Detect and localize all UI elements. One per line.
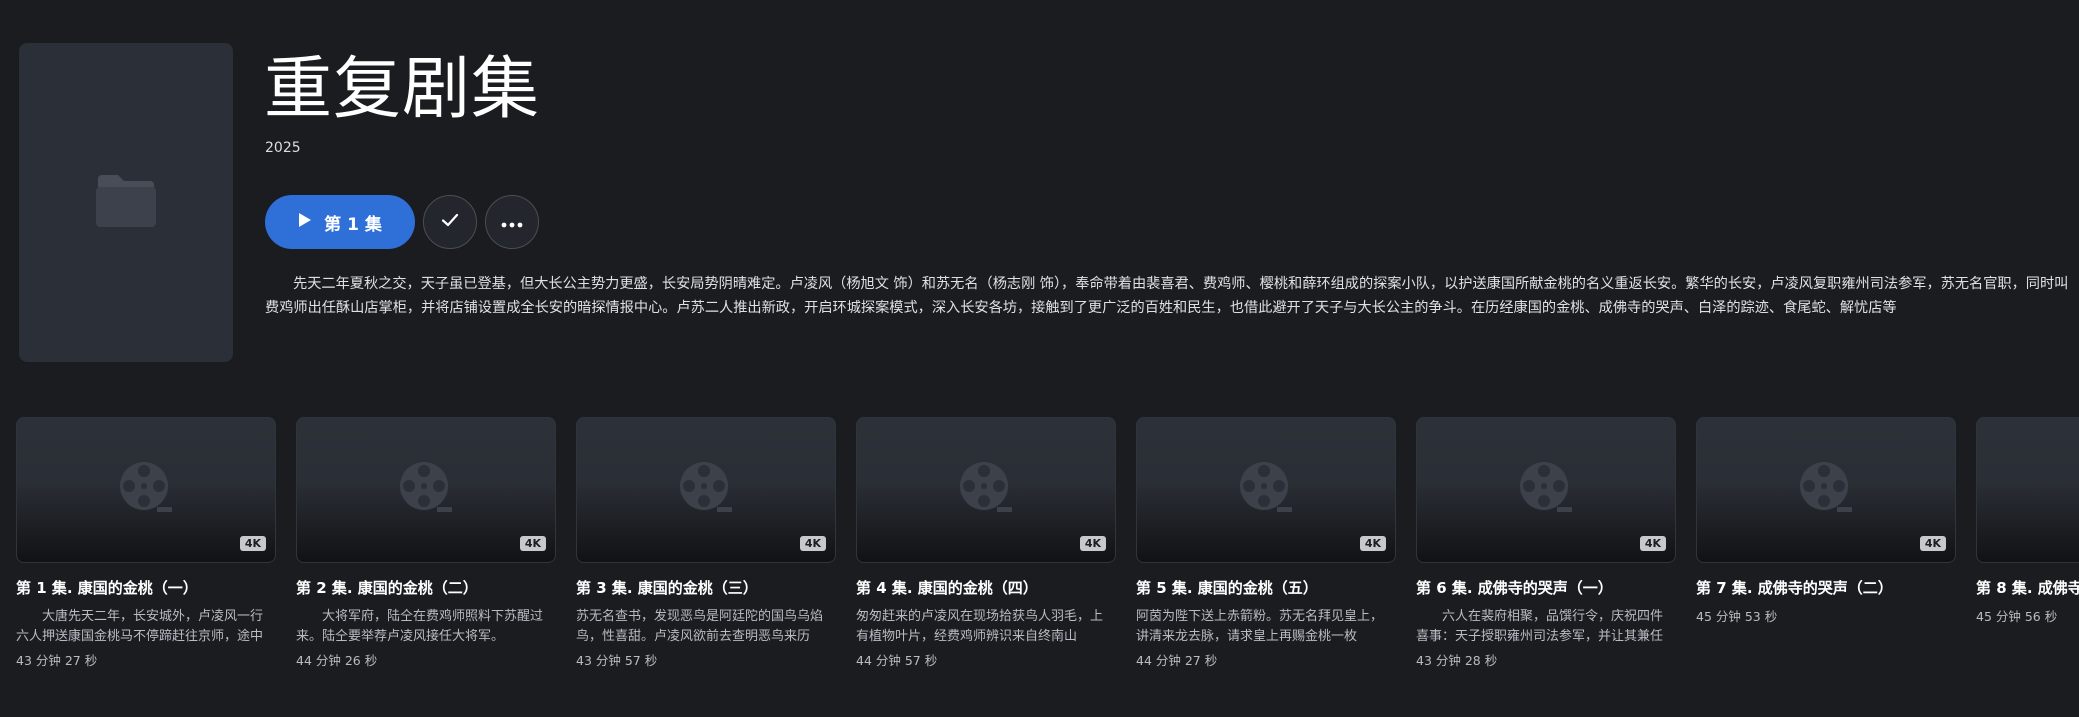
mark-watched-button[interactable] xyxy=(423,195,477,249)
episode-thumbnail[interactable]: 4K xyxy=(576,417,836,563)
play-button-label: 第 1 集 xyxy=(324,214,382,235)
more-icon xyxy=(501,213,523,232)
quality-badge: 4K xyxy=(1639,536,1666,551)
episode-overview: 大唐先天二年，长安城外，卢凌风一行六人押送康国金桃马不停蹄赶往京师，途中 xyxy=(16,609,264,644)
quality-badge: 4K xyxy=(1919,536,1946,551)
film-reel-icon xyxy=(1517,459,1575,521)
episode-title[interactable]: 第 5 集. 康国的金桃（五） xyxy=(1136,577,1396,598)
series-overview: 先天二年夏秋之交，天子虽已登基，但大长公主势力更盛，长安局势阴晴难定。卢凌风（杨… xyxy=(265,276,2069,316)
episode-overview: 六人在裴府相聚，品馔行令，庆祝四件喜事：天子授职雍州司法参军，并让其兼任 xyxy=(1416,609,1664,644)
episode-title[interactable]: 第 8 集. 成佛寺的哭声（三） xyxy=(1976,577,2079,598)
episode-card[interactable]: 4K 第 3 集. 康国的金桃（三） 苏无名查书，发现恶鸟是阿廷陀的国鸟乌焰鸟，… xyxy=(576,417,836,669)
episode-card[interactable]: 4K 第 6 集. 成佛寺的哭声（一） 六人在裴府相聚，品馔行令，庆祝四件喜事：… xyxy=(1416,417,1676,669)
series-poster[interactable] xyxy=(19,43,233,362)
episode-duration: 44 分钟 26 秒 xyxy=(296,653,378,668)
film-reel-icon xyxy=(957,459,1015,521)
episode-title[interactable]: 第 4 集. 康国的金桃（四） xyxy=(856,577,1116,598)
episode-card[interactable]: 4K 第 2 集. 康国的金桃（二） 大将军府，陆仝在费鸡师照料下苏醒过来。陆仝… xyxy=(296,417,556,669)
quality-badge: 4K xyxy=(1359,536,1386,551)
episode-duration: 43 分钟 28 秒 xyxy=(1416,653,1498,668)
quality-badge: 4K xyxy=(239,536,266,551)
episode-thumbnail[interactable]: 4K xyxy=(16,417,276,563)
film-reel-icon xyxy=(1797,459,1855,521)
episode-list: 4K 第 1 集. 康国的金桃（一） 大唐先天二年，长安城外，卢凌风一行六人押送… xyxy=(16,417,2079,669)
episode-title[interactable]: 第 1 集. 康国的金桃（一） xyxy=(16,577,276,598)
episode-title[interactable]: 第 7 集. 成佛寺的哭声（二） xyxy=(1696,577,1956,598)
play-icon xyxy=(298,212,312,233)
episode-card[interactable]: 4K 第 7 集. 成佛寺的哭声（二） 45 分钟 53 秒 xyxy=(1696,417,1956,669)
episode-thumbnail[interactable]: 4K xyxy=(1136,417,1396,563)
episode-thumbnail[interactable]: 4K xyxy=(296,417,556,563)
episode-overview: 阿茵为陛下送上赤箭粉。苏无名拜见皇上，讲清来龙去脉，请求皇上再赐金桃一枚 xyxy=(1136,609,1384,644)
episode-title[interactable]: 第 6 集. 成佛寺的哭声（一） xyxy=(1416,577,1676,598)
episode-overview: 匆匆赶来的卢凌风在现场拾获鸟人羽毛，上有植物叶片，经费鸡师辨识来自终南山 xyxy=(856,609,1104,644)
episode-duration: 43 分钟 27 秒 xyxy=(16,653,98,668)
episode-overview: 苏无名查书，发现恶鸟是阿廷陀的国鸟乌焰鸟，性喜甜。卢凌风欲前去查明恶鸟来历 xyxy=(576,609,824,644)
episode-thumbnail[interactable]: 4K xyxy=(1416,417,1676,563)
quality-badge: 4K xyxy=(1079,536,1106,551)
episode-card[interactable]: 4K 第 4 集. 康国的金桃（四） 匆匆赶来的卢凌风在现场拾获鸟人羽毛，上有植… xyxy=(856,417,1116,669)
quality-badge: 4K xyxy=(519,536,546,551)
episode-card[interactable]: 4K 第 1 集. 康国的金桃（一） 大唐先天二年，长安城外，卢凌风一行六人押送… xyxy=(16,417,276,669)
episode-thumbnail[interactable]: 4K xyxy=(856,417,1116,563)
folder-icon xyxy=(94,173,158,233)
episode-card[interactable]: 4K 第 5 集. 康国的金桃（五） 阿茵为陛下送上赤箭粉。苏无名拜见皇上，讲清… xyxy=(1136,417,1396,669)
film-reel-icon xyxy=(397,459,455,521)
episode-duration: 44 分钟 27 秒 xyxy=(1136,653,1218,668)
episode-thumbnail[interactable]: 4K xyxy=(1976,417,2079,563)
quality-badge: 4K xyxy=(799,536,826,551)
film-reel-icon xyxy=(117,459,175,521)
release-year: 2025 xyxy=(265,140,301,156)
episode-card[interactable]: 4K 第 8 集. 成佛寺的哭声（三） 45 分钟 56 秒 xyxy=(1976,417,2079,669)
film-reel-icon xyxy=(1237,459,1295,521)
episode-duration: 43 分钟 57 秒 xyxy=(576,653,658,668)
play-button[interactable]: 第 1 集 xyxy=(265,195,415,249)
page-title: 重复剧集 xyxy=(264,50,541,129)
film-reel-icon xyxy=(677,459,735,521)
episode-title[interactable]: 第 3 集. 康国的金桃（三） xyxy=(576,577,836,598)
episode-title[interactable]: 第 2 集. 康国的金桃（二） xyxy=(296,577,556,598)
more-options-button[interactable] xyxy=(485,195,539,249)
episode-duration: 45 分钟 53 秒 xyxy=(1696,609,1778,624)
episode-duration: 44 分钟 57 秒 xyxy=(856,653,938,668)
episode-overview: 大将军府，陆仝在费鸡师照料下苏醒过来。陆仝要举荐卢凌风接任大将军。 xyxy=(296,609,544,644)
episode-duration: 45 分钟 56 秒 xyxy=(1976,609,2058,624)
episode-thumbnail[interactable]: 4K xyxy=(1696,417,1956,563)
check-icon xyxy=(440,210,460,234)
series-detail-page: 重复剧集 2025 第 1 集 先天二年夏秋之交，天子虽已登基，但大长公主势力更… xyxy=(0,0,2079,717)
